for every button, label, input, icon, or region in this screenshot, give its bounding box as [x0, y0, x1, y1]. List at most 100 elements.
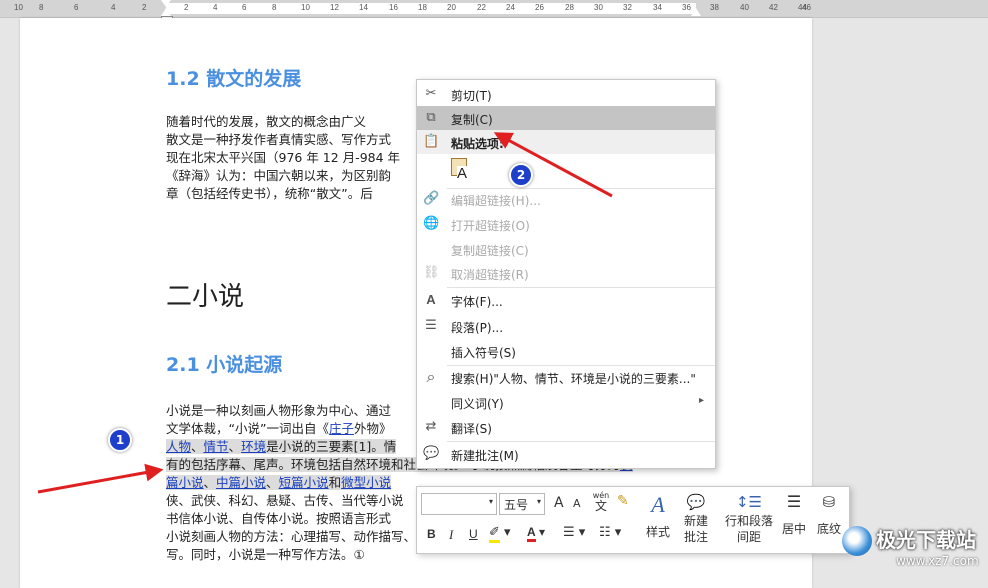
link-renwu[interactable]: 人物 [166, 439, 191, 454]
ruler-tick-label: 10 [14, 3, 23, 12]
menu-item-remove-hyperlink[interactable]: ⛓ 取消超链接(R) [417, 261, 715, 285]
scissors-icon: ✂ [425, 86, 437, 101]
ruler-tick-label: 20 [447, 3, 456, 12]
ruler-tick-label: 18 [418, 3, 427, 12]
chevron-down-icon: ▾ [488, 497, 493, 506]
menu-item-search[interactable]: ⌕ 搜索(H)"人物、情节、环境是小说的三要素..." [417, 365, 715, 389]
menu-item-edit-hyperlink[interactable]: 🔗 编辑超链接(H)... [417, 187, 715, 211]
menu-item-copy[interactable]: ⧉ 复制(C) [417, 106, 715, 130]
ruler-tick-label: 6 [74, 3, 79, 12]
menu-item-font[interactable]: A 字体(F)... [417, 288, 715, 312]
highlighter-icon: ✐ [489, 525, 500, 543]
menu-item-open-hyperlink[interactable]: 🌐 打开超链接(O) [417, 212, 715, 236]
watermark: 极光下载站 www.xz7.com [838, 520, 988, 576]
ruler-tick-label: 42 [769, 3, 778, 12]
ruler-tick-label: 24 [506, 3, 515, 12]
link-duanpian[interactable]: 短篇小说 [279, 475, 329, 490]
line-paragraph-spacing-button[interactable]: ↕☰ 行和段落 间距 [721, 491, 777, 549]
ruler-tick-label: 4 [213, 3, 218, 12]
shrink-font-button[interactable]: A [573, 497, 581, 510]
phonetic-guide-button[interactable]: wén 文 [591, 491, 611, 515]
open-link-icon: 🌐 [423, 216, 440, 231]
highlight-color-button[interactable]: ✐ ▾ [489, 525, 511, 543]
copy-link-icon [423, 241, 439, 257]
mini-toolbar[interactable]: ▾ 五号 ▾ A A wén 文 ✎ B I U ✐ ▾ A ▾ ☰ ▾ ☷ ▾ … [416, 486, 850, 554]
menu-item-cut[interactable]: ✂ 剪切(T) [417, 82, 715, 106]
grow-font-button[interactable]: A [554, 495, 564, 511]
first-line-indent-marker[interactable] [161, 0, 171, 7]
ruler-tick-label: 8 [39, 3, 44, 12]
styles-icon: A [651, 492, 665, 517]
new-comment-button[interactable]: 💬 新建 批注 [677, 491, 715, 549]
remove-link-icon: ⛓ [423, 265, 440, 280]
ruler-tick-label: 12 [330, 3, 339, 12]
ruler-tick-label: 14 [359, 3, 368, 12]
menu-item-insert-symbol[interactable]: 插入符号(S) [417, 339, 715, 363]
menu-item-translate[interactable]: ⇄ 翻译(S) [417, 415, 715, 439]
paragraph-icon: ☰ [425, 318, 437, 333]
styles-button[interactable]: A 样式 [641, 491, 675, 547]
link-zhongpian[interactable]: 中篇小说 [216, 475, 266, 490]
paste-keep-text-only-button[interactable]: A [449, 158, 471, 184]
heading-2-1: 2.1 小说起源 [166, 354, 283, 376]
line-spacing-icon: ↕☰ [735, 493, 762, 511]
translate-icon: ⇄ [425, 419, 437, 434]
context-menu[interactable]: ✂ 剪切(T) ⧉ 复制(C) 📋 粘贴选项: A 🔗 编辑超链接(H)... 🌐 打开超… [416, 79, 716, 469]
synonym-icon [423, 394, 439, 410]
ruler-tick-label: 32 [623, 3, 632, 12]
watermark-url: www.xz7.com [896, 554, 979, 568]
comment-icon: 💬 [686, 493, 706, 511]
font-name-dropdown[interactable]: ▾ [421, 493, 497, 515]
ruler-tick-label: 16 [389, 3, 398, 12]
bullet-list-icon: ☰ [563, 525, 575, 540]
italic-button[interactable]: I [449, 527, 453, 543]
menu-item-copy-hyperlink[interactable]: 复制超链接(C) [417, 237, 715, 261]
link-pianxiaoshuo[interactable]: 篇小说 [166, 475, 204, 490]
ruler-tick-label: 6 [242, 3, 247, 12]
search-icon: ⌕ [426, 367, 436, 386]
numbering-button[interactable]: ☷ ▾ [599, 525, 621, 540]
watermark-logo-icon [842, 526, 872, 556]
annotation-badge-1: 1 [108, 428, 132, 452]
paragraph-1-line: 随着时代的发展，散文的概念由广义 [166, 114, 367, 129]
center-align-button[interactable]: ☰ 居中 [779, 491, 809, 549]
ruler-tick-label: 4 [111, 3, 116, 12]
paragraph-1-line: 散文是一种抒发作者真情实感、写作方式 [166, 132, 392, 147]
menu-item-synonyms[interactable]: 同义词(Y) ▸ [417, 390, 715, 414]
ruler-tick-label: 30 [594, 3, 603, 12]
right-indent-marker[interactable] [691, 8, 701, 16]
underline-button[interactable]: U [469, 527, 478, 541]
chevron-down-icon: ▾ [536, 497, 541, 506]
font-size-dropdown[interactable]: 五号 ▾ [499, 493, 545, 515]
symbol-icon [423, 343, 439, 359]
ruler-tick-label: 2 [184, 3, 189, 12]
left-indent-marker[interactable] [161, 8, 171, 16]
ruler-tick-label: 34 [653, 3, 662, 12]
link-weixing[interactable]: 微型小说 [341, 475, 391, 490]
ruler-tick-label: 2 [142, 3, 147, 12]
font-color-button[interactable]: A ▾ [527, 525, 545, 542]
ruler-tick-label: 10 [301, 3, 310, 12]
bullets-button[interactable]: ☰ ▾ [563, 525, 585, 540]
paragraph-1-line: 《辞海》认为：中国六朝以来，为区别韵 [166, 168, 392, 183]
align-center-icon: ☰ [786, 492, 802, 511]
comment-icon: 💬 [423, 446, 440, 461]
ruler-tick-label: 46 [802, 3, 811, 12]
link-qingjie[interactable]: 情节 [204, 439, 229, 454]
paint-bucket-icon: ⛁ [822, 493, 836, 511]
ruler-tick-label: 40 [740, 3, 749, 12]
bold-button[interactable]: B [427, 527, 436, 541]
menu-item-new-comment[interactable]: 💬 新建批注(M) [417, 442, 715, 466]
paragraph-1: 随着时代的发展，散文的概念由广义 散文是一种抒发作者真情实感、写作方式 现在北宋… [166, 113, 400, 203]
annotation-badge-2: 2 [509, 163, 533, 187]
horizontal-ruler[interactable]: 10 8 6 4 2 2 4 6 8 10 12 14 16 18 20 22 24 26 28 30 32 34 36 38… [0, 0, 988, 23]
link-zhuangzi[interactable]: 庄子 [329, 421, 354, 436]
paste-text-glyph: A [457, 165, 468, 182]
copy-icon: ⧉ [426, 110, 436, 125]
menu-item-paragraph[interactable]: ☰ 段落(P)... [417, 314, 715, 338]
watermark-title: 极光下载站 [876, 528, 976, 552]
format-painter-icon[interactable]: ✎ [617, 493, 629, 509]
font-icon: A [426, 292, 436, 307]
submenu-arrow-icon: ▸ [699, 395, 705, 406]
link-huanjing[interactable]: 环境 [241, 439, 266, 454]
